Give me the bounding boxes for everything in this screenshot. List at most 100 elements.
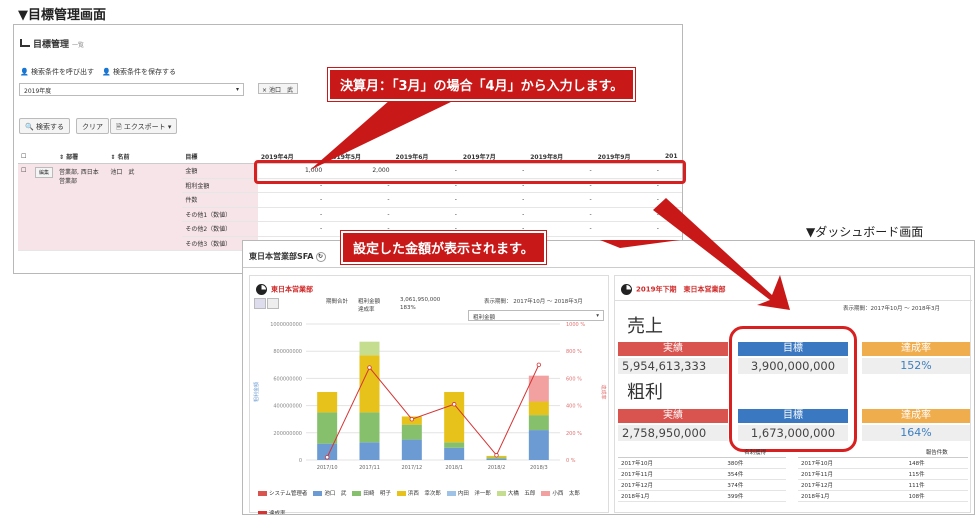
clear-button[interactable]: クリア bbox=[76, 118, 109, 134]
save-search-link[interactable]: 👤 検索条件を保存する bbox=[102, 67, 176, 77]
month-value[interactable]: - bbox=[594, 207, 662, 222]
legend-item[interactable]: 浜西 幸次郎 bbox=[396, 489, 441, 497]
goal-heading: ▼目標管理画面 bbox=[18, 8, 106, 23]
bar-segment[interactable] bbox=[444, 392, 465, 443]
month-value[interactable]: - bbox=[325, 207, 393, 222]
bar-segment[interactable] bbox=[401, 424, 422, 440]
month-value[interactable]: - bbox=[594, 221, 662, 237]
month-value[interactable]: - bbox=[257, 207, 326, 222]
y-tick-label: 0 bbox=[299, 458, 302, 464]
y-axis-label: 粗利金額 bbox=[253, 382, 260, 402]
dept-cell: 営業部, 西日本営業部 bbox=[55, 163, 108, 251]
bar-segment[interactable] bbox=[486, 457, 507, 459]
table-row: 2018年1月 399件 bbox=[618, 490, 786, 502]
col-name[interactable]: ⇕ 名前 bbox=[107, 149, 183, 164]
select-all-checkbox[interactable]: ☐ bbox=[18, 149, 32, 164]
legend-swatch bbox=[541, 491, 551, 496]
legend-swatch bbox=[446, 491, 456, 496]
month-value[interactable]: - bbox=[325, 192, 393, 208]
table-row: 2017年11月 354件 bbox=[618, 468, 786, 480]
gross-label: 粗利金額 bbox=[358, 299, 381, 305]
bar-segment[interactable] bbox=[359, 355, 380, 413]
target-label: その他2（数値） bbox=[182, 221, 258, 237]
user-icon: 👤 bbox=[20, 68, 29, 76]
table-row: 2017年12月 111件 bbox=[798, 479, 968, 491]
user-tag[interactable]: × 池口 武 bbox=[258, 83, 298, 94]
month-value[interactable]: - bbox=[257, 221, 326, 237]
y-tick-label: 600000000 bbox=[273, 376, 302, 382]
bar-segment[interactable] bbox=[317, 392, 338, 413]
y2-tick-label: 0 % bbox=[566, 458, 576, 464]
gross-value: 3,061,950,000 bbox=[400, 297, 441, 303]
pie-chart-icon bbox=[621, 284, 632, 295]
y-tick-label: 200000000 bbox=[273, 431, 302, 437]
legend-item[interactable]: システム管理者 bbox=[258, 489, 307, 497]
month-value[interactable]: - bbox=[392, 207, 460, 222]
bar-segment[interactable] bbox=[486, 458, 507, 460]
bar-segment[interactable] bbox=[444, 447, 465, 460]
sales-actual-label: 実績 bbox=[618, 342, 728, 356]
legend-item[interactable]: 小西 太郎 bbox=[541, 489, 580, 497]
period-total-label: 期間合計 bbox=[326, 299, 349, 305]
y-tick-label: 400000000 bbox=[273, 404, 302, 410]
month-value[interactable]: - bbox=[527, 192, 595, 208]
legend-swatch bbox=[258, 511, 267, 514]
table-row: 2017年12月 374件 bbox=[618, 479, 786, 491]
legend-item[interactable]: 達成率 bbox=[258, 509, 286, 514]
table-toggle[interactable] bbox=[267, 298, 279, 309]
year-select[interactable]: 2019年度 ▾ bbox=[19, 83, 244, 96]
legend-swatch bbox=[352, 491, 362, 496]
row-checkbox[interactable]: ☐ bbox=[18, 163, 32, 251]
sales-actual-value: 5,954,613,333 bbox=[618, 358, 728, 374]
x-tick-label: 2018/2 bbox=[488, 465, 506, 471]
chart-card-header: 東日本営業部 bbox=[256, 284, 313, 295]
month-value[interactable]: - bbox=[392, 192, 460, 208]
load-search-link[interactable]: 👤 検索条件を呼び出す bbox=[20, 67, 94, 77]
bar-segment[interactable] bbox=[528, 415, 549, 431]
edit-button[interactable]: 編集 bbox=[34, 167, 53, 178]
month-value[interactable]: - bbox=[257, 192, 326, 208]
month-value[interactable]: - bbox=[459, 207, 528, 222]
y2-tick-label: 400 % bbox=[566, 404, 582, 410]
x-tick-label: 2017/10 bbox=[317, 465, 338, 471]
rate-point[interactable] bbox=[409, 416, 415, 422]
gross-actual-label: 実績 bbox=[618, 409, 728, 423]
target-label: 粗利金額 bbox=[182, 178, 258, 193]
month-value[interactable]: - bbox=[527, 207, 595, 222]
rate-point[interactable] bbox=[451, 402, 457, 407]
rate-point[interactable] bbox=[367, 365, 372, 370]
bar-segment[interactable] bbox=[359, 442, 380, 460]
rate-point[interactable] bbox=[494, 453, 499, 458]
month-value[interactable]: - bbox=[459, 192, 528, 208]
target-label: その他1（数値） bbox=[182, 207, 258, 222]
bar-segment[interactable] bbox=[401, 439, 422, 460]
legend-item[interactable]: 池口 武 bbox=[313, 489, 346, 497]
x-tick-label: 2017/12 bbox=[401, 465, 422, 471]
rate-point[interactable] bbox=[324, 455, 330, 460]
bar-chart-toggle[interactable] bbox=[254, 298, 266, 309]
legend-item[interactable]: 大橋 五郎 bbox=[496, 489, 535, 497]
name-cell: 池口 武 bbox=[107, 163, 183, 251]
col-dept[interactable]: ⇕ 部署 bbox=[55, 149, 108, 164]
bar-segment[interactable] bbox=[444, 442, 465, 448]
legend-item[interactable]: 内田 洋一郎 bbox=[446, 489, 491, 497]
rate-point[interactable] bbox=[536, 362, 542, 367]
export-button[interactable]: 🗎 エクスポート ▾ bbox=[110, 118, 178, 134]
month-value[interactable]: - bbox=[594, 192, 662, 208]
x-tick-label: 2018/1 bbox=[445, 465, 463, 471]
col-target: 目標 bbox=[182, 149, 258, 164]
bar-segment[interactable] bbox=[359, 341, 380, 356]
target-highlight bbox=[729, 326, 857, 452]
legend-item[interactable]: 田崎 明子 bbox=[352, 489, 391, 497]
refresh-icon[interactable]: ↻ bbox=[315, 251, 326, 262]
y-tick-label: 800000000 bbox=[273, 349, 302, 355]
bar-segment[interactable] bbox=[317, 412, 338, 444]
bar-segment[interactable] bbox=[528, 401, 549, 416]
search-button[interactable]: 🔍 検索する bbox=[19, 118, 70, 134]
legend-swatch bbox=[396, 491, 406, 496]
legend-swatch bbox=[313, 491, 323, 496]
bar-segment[interactable] bbox=[359, 412, 380, 443]
chevron-down-icon: ▾ bbox=[596, 313, 599, 319]
bar-segment[interactable] bbox=[528, 430, 549, 460]
table-row: 2018年1月 108件 bbox=[798, 490, 968, 502]
